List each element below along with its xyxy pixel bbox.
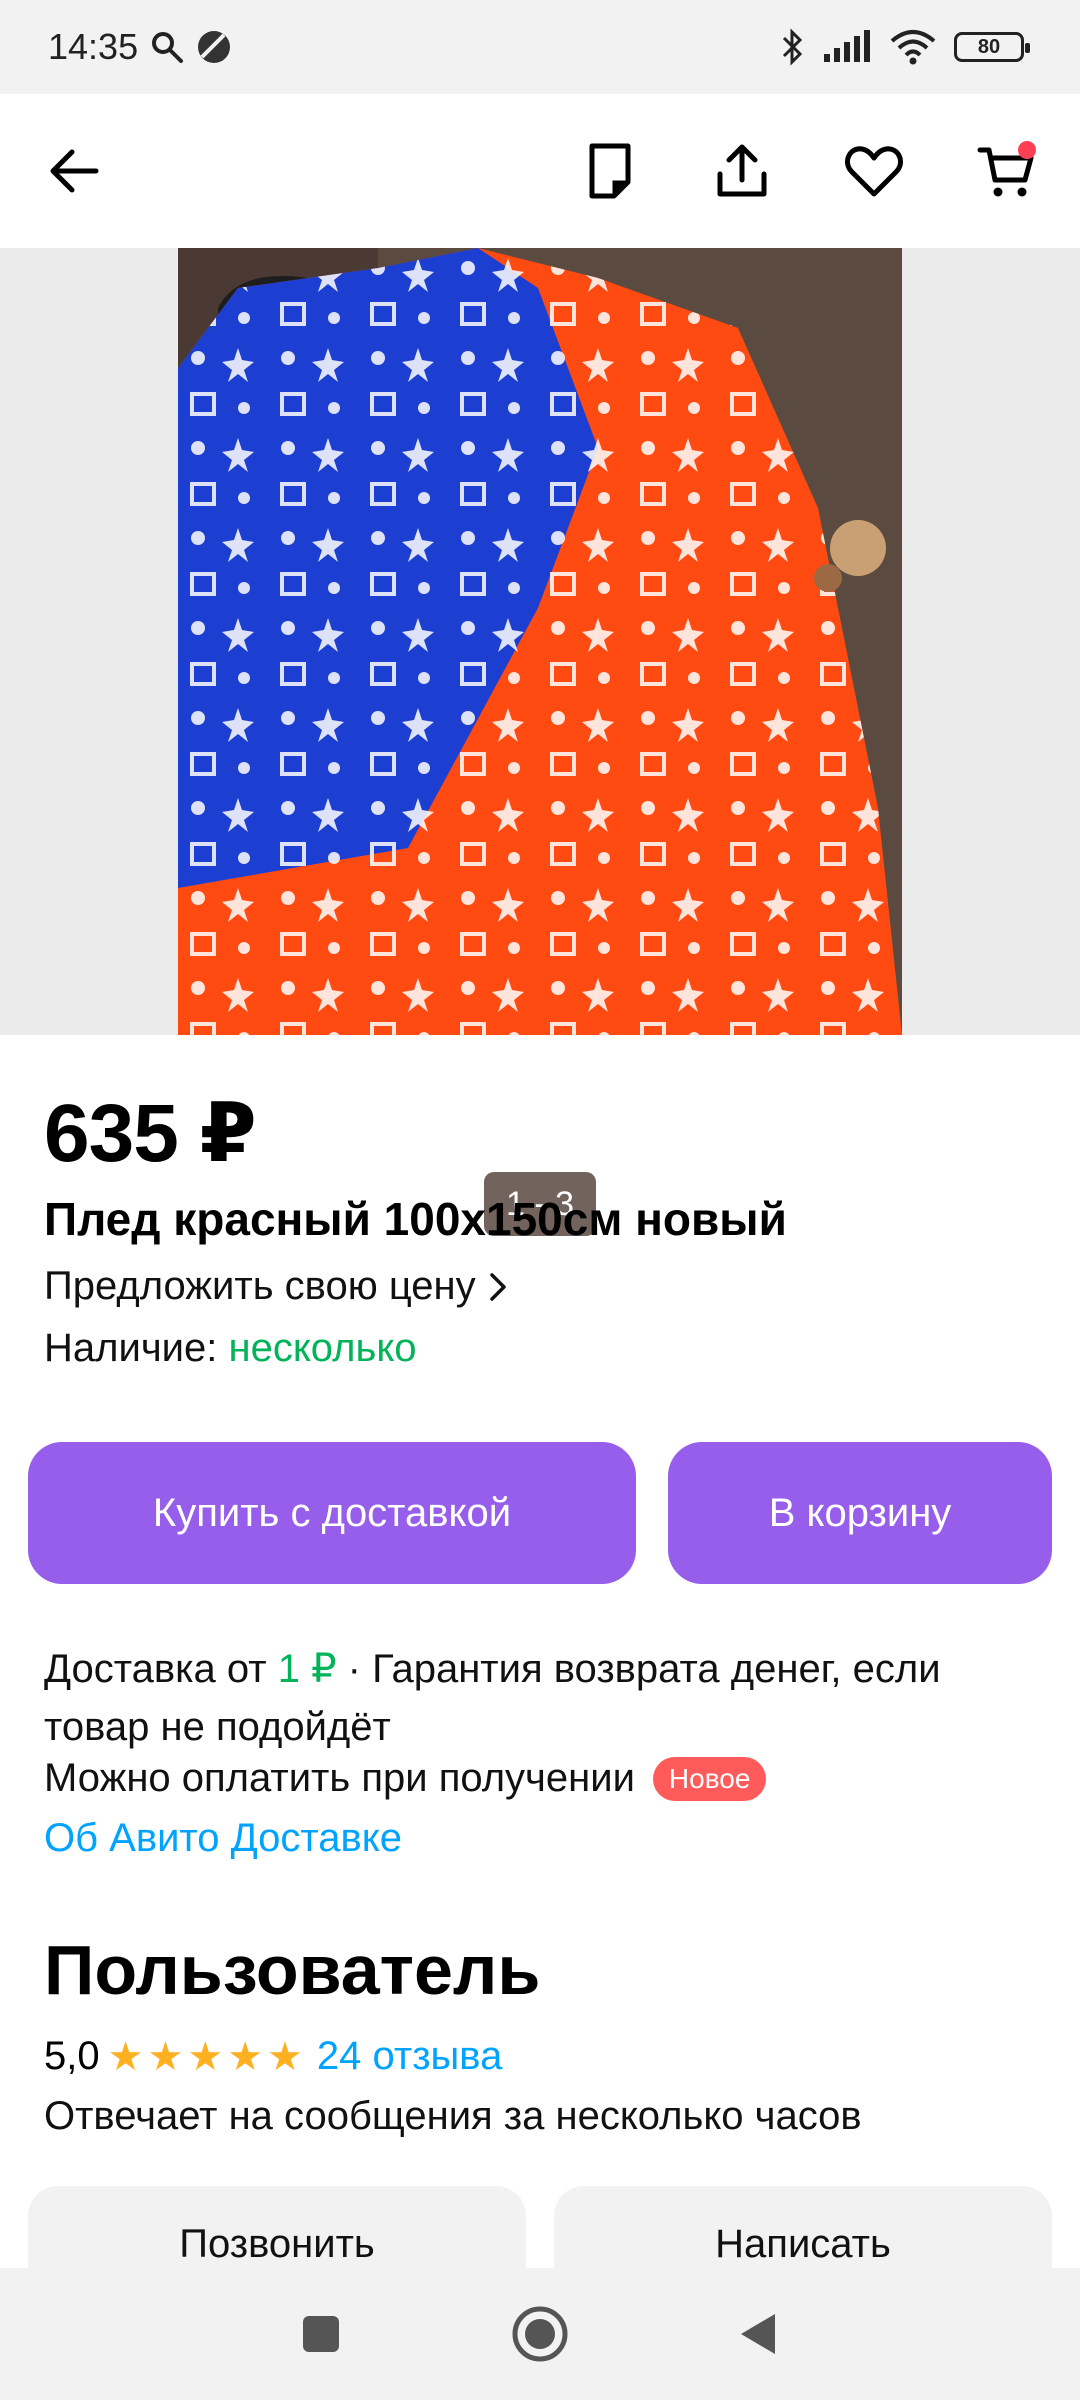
availability: Наличие: несколько [44, 1326, 417, 1371]
pay-on-receipt-text: Можно оплатить при получении [44, 1756, 635, 1800]
note-icon[interactable] [580, 141, 640, 201]
status-time: 14:35 [48, 26, 139, 67]
cart-icon[interactable] [976, 141, 1036, 201]
recents-icon[interactable] [301, 2314, 341, 2354]
system-nav-bar [0, 2268, 1080, 2400]
response-time: Отвечает на сообщения за несколько часов [44, 2094, 862, 2138]
delivery-prefix: Доставка от [44, 1647, 278, 1691]
star-icon: ★ [107, 2034, 144, 2079]
rating-stars: ★ ★ ★ ★ ★ [108, 2037, 303, 2077]
product-title: Плед красный 100х150см новый [44, 1193, 787, 1245]
seller-name[interactable]: Пользователь [44, 1930, 540, 2010]
pay-on-receipt-row: Можно оплатить при получении Новое [44, 1756, 767, 1801]
star-icon: ★ [187, 2034, 224, 2079]
search-status-icon [152, 32, 184, 63]
back-nav-icon[interactable] [739, 2312, 779, 2356]
offer-price-link[interactable]: Предложить свою цену [44, 1264, 508, 1309]
seller-rating: 5,0 ★ ★ ★ ★ ★ 24 отзыва [44, 2034, 502, 2079]
status-bar: 14:35 80 [0, 0, 1080, 94]
buy-with-delivery-button[interactable]: Купить с доставкой [28, 1442, 636, 1584]
delivery-price: 1 ₽ [277, 1647, 337, 1691]
product-price: 635 ₽ [44, 1088, 257, 1179]
about-delivery-link[interactable]: Об Авито Доставке [44, 1816, 402, 1861]
product-photo[interactable] [178, 248, 902, 1035]
back-arrow-icon[interactable] [44, 141, 104, 201]
add-to-cart-button[interactable]: В корзину [668, 1442, 1052, 1584]
status-right: 80 [780, 28, 1030, 66]
top-bar-actions [580, 141, 1036, 201]
photo-gallery[interactable]: 1 - 3 [0, 248, 1080, 1236]
reviews-link[interactable]: 24 отзыва [317, 2034, 502, 2079]
wifi-icon [890, 30, 936, 65]
top-bar [0, 94, 1080, 248]
star-icon: ★ [267, 2034, 303, 2079]
star-icon: ★ [227, 2034, 264, 2079]
new-badge: Новое [652, 1756, 767, 1801]
status-left: 14:35 [48, 26, 232, 68]
offer-price-label: Предложить свою цену [44, 1264, 476, 1308]
signal-icon [824, 30, 870, 62]
chevron-right-icon [489, 1272, 506, 1301]
availability-label: Наличие: [44, 1326, 218, 1370]
app-status-icon [198, 31, 231, 63]
product-page: 14:35 80 1 - 3 635 ₽ Плед красный 100х15… [0, 0, 1080, 2400]
availability-value: несколько [228, 1326, 417, 1370]
battery-indicator: 80 [954, 32, 1030, 62]
heart-icon[interactable] [844, 141, 904, 201]
rating-value: 5,0 [44, 2034, 100, 2078]
star-icon: ★ [147, 2034, 184, 2079]
delivery-info: Доставка от 1 ₽ · Гарантия возврата дене… [44, 1640, 1044, 1756]
share-icon[interactable] [712, 141, 772, 201]
bluetooth-icon [782, 28, 803, 66]
cart-notification-dot [1018, 141, 1036, 159]
home-icon[interactable] [511, 2305, 569, 2363]
